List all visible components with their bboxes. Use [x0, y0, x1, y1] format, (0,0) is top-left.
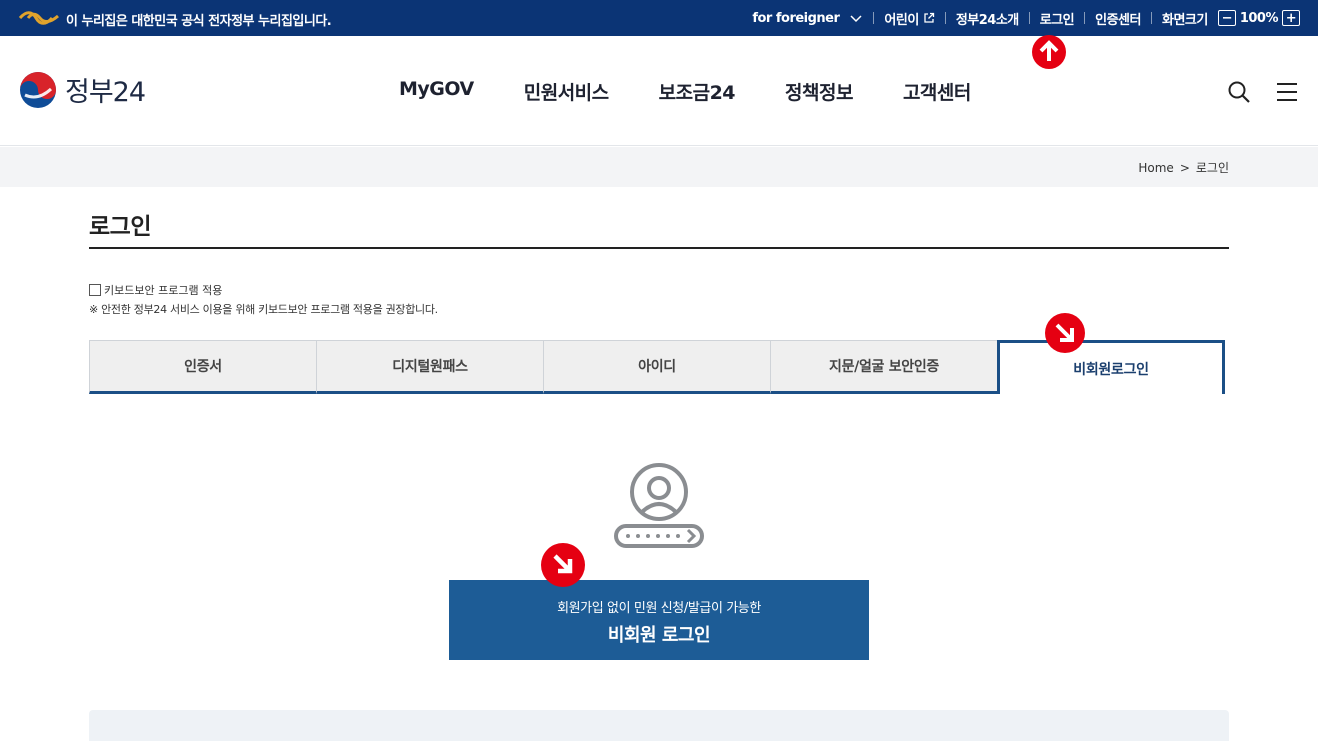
utility-links: for foreigner 어린이 정부24소개 로그인 인증센터 화면크기 −…: [752, 0, 1300, 36]
kids-label: 어린이: [884, 12, 919, 28]
keyboard-security-label: 키보드보안 프로그램 적용: [104, 284, 223, 297]
tab-certificate[interactable]: 인증서: [89, 340, 317, 394]
tab-biometric[interactable]: 지문/얼굴 보안인증: [770, 340, 998, 394]
menu-icon[interactable]: [1275, 80, 1299, 104]
checkbox-box[interactable]: [89, 284, 101, 296]
arrow-up-marker-icon: [1032, 35, 1066, 69]
site-header: 정부24 MyGOV 민원서비스 보조금24 정책정보 고객센터: [0, 36, 1318, 146]
breadcrumb-current: 로그인: [1195, 161, 1229, 175]
keyboard-security-note: ※ 안전한 정부24 서비스 이용을 위해 키보드보안 프로그램 적용을 권장합…: [89, 303, 438, 316]
about-link[interactable]: 정부24소개: [956, 9, 1019, 28]
breadcrumb-separator: >: [1179, 160, 1190, 175]
cert-center-link[interactable]: 인증센터: [1095, 9, 1141, 28]
nav-mygov[interactable]: MyGOV: [399, 78, 474, 105]
divider: [944, 12, 946, 24]
info-box: [89, 710, 1229, 741]
divider: [1084, 12, 1086, 24]
nav-policy-info[interactable]: 정책정보: [785, 78, 853, 105]
nav-civil-service[interactable]: 민원서비스: [524, 78, 609, 105]
breadcrumb-home[interactable]: Home: [1138, 161, 1173, 175]
arrow-down-marker-icon: [541, 543, 585, 587]
title-underline: [89, 247, 1229, 249]
nav-subsidy24[interactable]: 보조금24: [659, 78, 736, 105]
guest-login-button[interactable]: 회원가입 없이 민원 신청/발급이 가능한 비회원 로그인: [449, 580, 869, 660]
gov-notice-text: 이 누리집은 대한민국 공식 전자정부 누리집입니다.: [66, 14, 332, 29]
main-nav: MyGOV 민원서비스 보조금24 정책정보 고객센터: [399, 78, 971, 105]
screen-size-control: 화면크기 − 100% +: [1162, 9, 1300, 28]
search-icon[interactable]: [1227, 80, 1251, 104]
gov-banner: 이 누리집은 대한민국 공식 전자정부 누리집입니다. for foreigne…: [0, 0, 1318, 36]
arrow-down-right-marker-icon: [1045, 313, 1085, 353]
guest-login-label: 비회원 로그인: [607, 625, 711, 646]
screen-size-label: 화면크기: [1161, 12, 1208, 28]
guest-user-icon: [614, 463, 704, 548]
tab-digital-onepass[interactable]: 디지털원패스: [316, 340, 544, 394]
chevron-down-icon: [850, 15, 862, 23]
guest-login-sublabel: 회원가입 없이 민원 신청/발급이 가능한: [557, 601, 761, 616]
breadcrumb: Home > 로그인: [1138, 159, 1229, 176]
taegeuk-logo-icon: [20, 71, 56, 108]
egov-logo-icon: [18, 11, 59, 25]
foreigner-label: for foreigner: [752, 10, 840, 26]
zoom-level: 100%: [1239, 10, 1279, 26]
logo-text: 정부24: [65, 77, 146, 108]
zoom-out-button[interactable]: −: [1217, 10, 1236, 26]
tab-guest-login[interactable]: 비회원로그인: [997, 340, 1225, 394]
keyboard-security-checkbox[interactable]: 키보드보안 프로그램 적용: [89, 282, 222, 298]
external-link-icon: [924, 12, 934, 23]
divider: [873, 12, 875, 24]
page-title: 로그인: [89, 214, 151, 240]
kids-link[interactable]: 어린이: [884, 9, 934, 28]
tab-id[interactable]: 아이디: [543, 340, 771, 394]
breadcrumb-bar: Home > 로그인: [0, 147, 1318, 187]
divider: [1150, 12, 1152, 24]
login-link[interactable]: 로그인: [1040, 9, 1075, 28]
site-logo[interactable]: 정부24: [19, 70, 146, 109]
foreigner-link[interactable]: for foreigner: [752, 11, 863, 26]
nav-customer-center[interactable]: 고객센터: [903, 78, 971, 105]
divider: [1028, 12, 1030, 24]
zoom-in-button[interactable]: +: [1282, 10, 1300, 26]
